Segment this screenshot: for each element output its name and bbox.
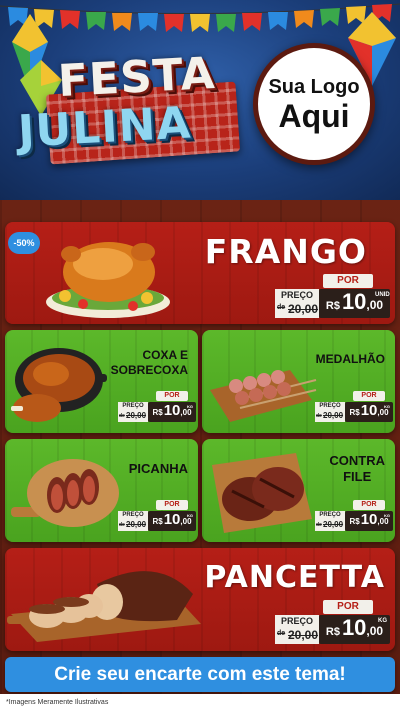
product-card-frango[interactable]: FRANGO POR PREÇO de 20,00 R$ 10 ,00 UNID [5, 222, 395, 324]
preco-label: PREÇO [118, 511, 148, 520]
price-integer: 10 [360, 511, 378, 528]
old-price-de: de [119, 413, 125, 419]
old-price: 20,00 [126, 520, 147, 529]
price-decimal: ,00 [377, 408, 389, 417]
price-decimal: ,00 [366, 624, 384, 638]
old-price: 20,00 [126, 411, 147, 420]
por-label: POR [156, 391, 188, 401]
currency: R$ [152, 517, 163, 526]
grilled-steak-image [212, 453, 312, 533]
product-name: PICANHA [128, 461, 188, 476]
price-tag: POR PREÇO de 20,00 R$ 10 ,00 KG [315, 391, 393, 423]
preco-label: PREÇO [315, 511, 345, 520]
old-price-de: de [277, 630, 286, 637]
product-card-picanha[interactable]: PICANHA POR PREÇO de 20,00 R$ 10 ,00 KG [5, 439, 198, 542]
old-price: 20,00 [323, 520, 344, 529]
price-integer: 10 [163, 402, 181, 419]
skewers-image [210, 370, 317, 422]
sliced-steak-image [11, 459, 119, 527]
preco-label: PREÇO [275, 615, 319, 628]
product-card-contra-file[interactable]: CONTRA FILE POR PREÇO de 20,00 R$ 10 ,00… [202, 439, 395, 542]
header-banner: FESTA JULINA Sua Logo Aqui [0, 0, 400, 200]
currency: R$ [152, 408, 163, 417]
price-decimal: ,00 [366, 298, 384, 312]
price-decimal: ,00 [180, 517, 192, 526]
product-name: FRANGO [204, 232, 367, 271]
price-tag: POR PREÇO de 20,00 R$ 10 ,00 KG [315, 500, 393, 532]
product-card-coxa-sobrecoxa[interactable]: COXA E SOBRECOXA POR PREÇO de 20,00 R$ 1… [5, 330, 198, 433]
currency: R$ [325, 300, 340, 312]
old-price: 20,00 [288, 628, 319, 642]
por-label: POR [353, 391, 385, 401]
product-name: MEDALHÃO [315, 352, 385, 366]
old-price-de: de [316, 413, 322, 419]
product-name: PANCETTA [204, 560, 385, 595]
price-tag: POR PREÇO de 20,00 R$ 10 ,00 UNID [275, 274, 390, 320]
por-label: POR [156, 500, 188, 510]
product-name: COXA E SOBRECOXA [111, 348, 188, 378]
old-price: 20,00 [288, 302, 319, 316]
product-card-medalhao[interactable]: MEDALHÃO POR PREÇO de 20,00 R$ 10 ,00 KG [202, 330, 395, 433]
chicken-legs-image [11, 348, 107, 422]
preco-label: PREÇO [118, 402, 148, 411]
festa-julina-title: FESTA JULINA [16, 48, 241, 170]
price-tag: POR PREÇO de 20,00 R$ 10 ,00 KG [118, 391, 196, 423]
currency: R$ [325, 626, 340, 638]
unit-label: KG [384, 404, 390, 409]
old-price: 20,00 [323, 411, 344, 420]
currency: R$ [349, 408, 360, 417]
disclaimer-footer: *Imagens Meramente Ilustrativas [0, 694, 400, 711]
por-label: POR [353, 500, 385, 510]
title-line-julina: JULINA [16, 97, 193, 158]
price-integer: 10 [163, 511, 181, 528]
product-name-line2: SOBRECOXA [110, 363, 188, 377]
price-decimal: ,00 [377, 517, 389, 526]
unit-label: UNID [375, 292, 390, 298]
por-label: POR [323, 600, 373, 614]
old-price-de: de [119, 522, 125, 528]
price-tag: POR PREÇO de 20,00 R$ 10 ,00 KG [275, 600, 390, 646]
price-tag: POR PREÇO de 20,00 R$ 10 ,00 KG [118, 500, 196, 532]
unit-label: KG [187, 513, 193, 518]
currency: R$ [349, 517, 360, 526]
unit-label: KG [384, 513, 390, 518]
price-integer: 10 [360, 402, 378, 419]
discount-badge: -50% [8, 232, 40, 254]
title-line-festa: FESTA [56, 47, 217, 108]
old-price-de: de [316, 522, 322, 528]
por-label: POR [323, 274, 373, 288]
bunting-flags-icon [0, 3, 400, 32]
price-decimal: ,00 [180, 408, 192, 417]
product-name: CONTRA FILE [329, 453, 385, 485]
preco-label: PREÇO [275, 289, 319, 302]
product-name-line1: COXA E [142, 348, 188, 362]
roast-chicken-image [46, 242, 170, 318]
product-name-line2: FILE [343, 469, 372, 484]
logo-text-line1: Sua Logo [268, 75, 360, 98]
logo-text-line2: Aqui [278, 97, 350, 134]
preco-label: PREÇO [315, 402, 345, 411]
old-price-de: de [277, 304, 286, 311]
logo-placeholder: Sua Logo Aqui [253, 43, 375, 165]
unit-label: KG [187, 404, 193, 409]
price-integer: 10 [341, 615, 367, 640]
product-card-pancetta[interactable]: PANCETTA POR PREÇO de 20,00 R$ 10 ,00 KG [5, 548, 395, 651]
roast-pork-image [7, 571, 201, 642]
product-name-line1: CONTRA [329, 453, 385, 468]
price-integer: 10 [341, 289, 367, 314]
create-flyer-button[interactable]: Crie seu encarte com este tema! [5, 657, 395, 692]
unit-label: KG [378, 618, 387, 624]
